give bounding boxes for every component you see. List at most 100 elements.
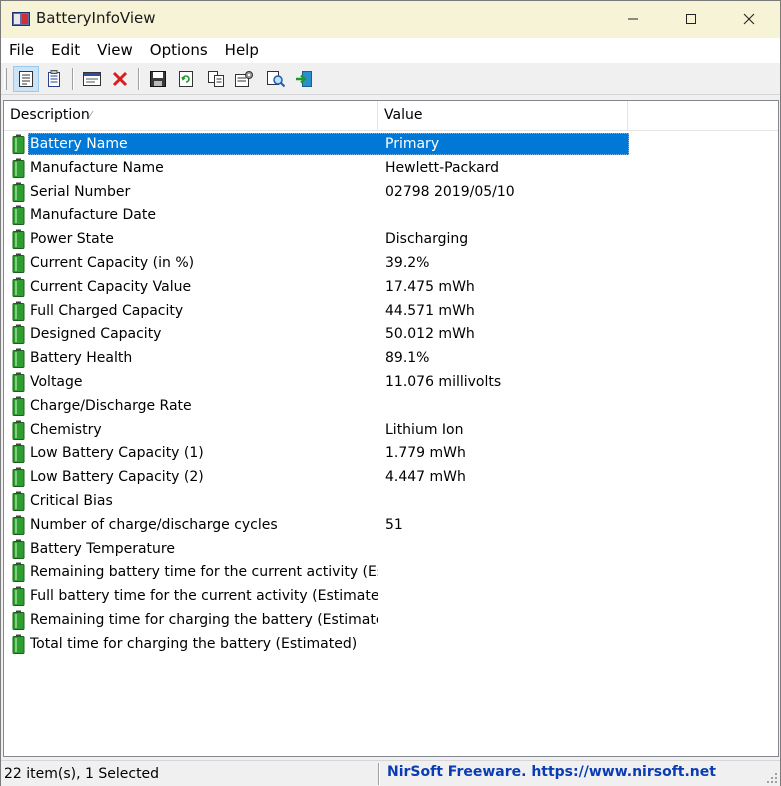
battery-icon <box>12 610 25 630</box>
exit-icon <box>296 71 312 87</box>
list-item[interactable]: Chemistry Lithium Ion <box>4 418 778 442</box>
column-header-value[interactable]: Value <box>378 101 628 131</box>
main-window: BatteryInfoView File Edit View Options H… <box>0 0 781 786</box>
list-item[interactable]: Current Capacity Value 17.475 mWh <box>4 275 778 299</box>
row-value: Primary <box>385 136 440 152</box>
row-description: Remaining battery time for the current a… <box>30 564 378 581</box>
toolbar-grip[interactable] <box>4 68 7 90</box>
refresh-button[interactable] <box>173 66 199 92</box>
minimize-button[interactable] <box>604 1 662 37</box>
list-item[interactable]: Power State Discharging <box>4 227 778 251</box>
list-item[interactable]: Remaining battery time for the current a… <box>4 560 778 584</box>
row-value: 02798 2019/05/10 <box>385 183 515 200</box>
row-description: Current Capacity (in %) <box>30 254 195 271</box>
html-report-button[interactable] <box>79 66 105 92</box>
row-description: Battery Temperature <box>30 540 175 557</box>
row-description: Designed Capacity <box>30 326 162 343</box>
sort-indicator-icon: ⁄ <box>90 110 92 121</box>
maximize-button[interactable] <box>662 1 720 37</box>
column-header-description[interactable]: Description ⁄ <box>4 101 378 131</box>
row-value: 39.2% <box>385 254 430 271</box>
battery-icon <box>12 372 25 392</box>
battery-icon <box>12 253 25 273</box>
report-button[interactable] <box>41 66 67 92</box>
options-button[interactable] <box>231 66 257 92</box>
delete-button[interactable] <box>107 66 133 92</box>
row-description: Low Battery Capacity (1) <box>30 445 204 462</box>
list-item[interactable]: Charge/Discharge Rate <box>4 394 778 418</box>
menu-options[interactable]: Options <box>142 38 217 63</box>
menu-view[interactable]: View <box>89 38 142 63</box>
save-button[interactable] <box>145 66 171 92</box>
list-item[interactable]: Total time for charging the battery (Est… <box>4 632 778 656</box>
report-icon <box>48 70 60 87</box>
copy-button[interactable] <box>203 66 229 92</box>
row-description: Voltage <box>30 373 83 390</box>
list-item[interactable]: Battery Name Primary <box>4 132 778 156</box>
maximize-icon <box>686 14 696 24</box>
row-description: Serial Number <box>30 183 131 200</box>
title-bar[interactable]: BatteryInfoView <box>1 1 780 37</box>
row-value: 17.475 mWh <box>385 278 475 295</box>
row-value <box>385 634 625 654</box>
list-item[interactable]: Serial Number 02798 2019/05/10 <box>4 180 778 204</box>
row-description: Power State <box>30 231 114 248</box>
find-icon <box>267 71 286 88</box>
battery-icon <box>12 396 25 416</box>
list-item[interactable]: Critical Bias <box>4 489 778 513</box>
battery-icon <box>12 158 25 178</box>
delete-icon <box>112 71 128 87</box>
battery-icon <box>12 562 25 583</box>
row-value: 50.012 mWh <box>385 326 475 343</box>
close-button[interactable] <box>720 1 778 37</box>
row-description: Low Battery Capacity (2) <box>30 469 204 486</box>
row-description: Full battery time for the current activi… <box>30 588 378 605</box>
resize-grip-icon[interactable] <box>766 772 778 784</box>
list-item[interactable]: Number of charge/discharge cycles 51 <box>4 513 778 537</box>
column-header-label: Description <box>10 107 90 123</box>
list-item[interactable]: Current Capacity (in %) 39.2% <box>4 251 778 275</box>
close-icon <box>743 13 755 25</box>
list-item[interactable]: Designed Capacity 50.012 mWh <box>4 322 778 346</box>
properties-button[interactable] <box>13 66 39 92</box>
list-item[interactable]: Manufacture Date <box>4 203 778 227</box>
find-button[interactable] <box>263 66 289 92</box>
row-value <box>385 205 625 225</box>
list-item[interactable]: Voltage 11.076 millivolts <box>4 370 778 394</box>
list-item[interactable]: Full Charged Capacity 44.571 mWh <box>4 299 778 323</box>
row-value: 11.076 millivolts <box>385 373 502 390</box>
battery-icon <box>12 491 25 511</box>
menu-file[interactable]: File <box>1 38 43 63</box>
list-item[interactable]: Low Battery Capacity (2) 4.447 mWh <box>4 465 778 489</box>
options-icon <box>235 71 253 87</box>
row-value <box>385 610 625 630</box>
menu-edit[interactable]: Edit <box>43 38 89 63</box>
list-item[interactable]: Full battery time for the current activi… <box>4 584 778 608</box>
row-description: Critical Bias <box>30 492 113 509</box>
item-count-status: 22 item(s), 1 Selected <box>4 766 160 782</box>
menu-help[interactable]: Help <box>217 38 268 63</box>
list-item[interactable]: Manufacture Name Hewlett-Packard <box>4 156 778 180</box>
row-value <box>385 491 625 511</box>
row-value: 51 <box>385 516 403 533</box>
menu-bar: File Edit View Options Help <box>1 38 780 63</box>
battery-icon <box>12 277 25 297</box>
list-item[interactable]: Low Battery Capacity (1) 1.779 mWh <box>4 441 778 465</box>
toolbar-separator <box>138 68 140 90</box>
exit-button[interactable] <box>291 66 317 92</box>
list-item[interactable]: Remaining time for charging the battery … <box>4 608 778 632</box>
battery-icon <box>12 420 25 440</box>
row-description: Full Charged Capacity <box>30 302 184 319</box>
row-description: Total time for charging the battery (Est… <box>30 635 358 652</box>
nirsoft-link[interactable]: NirSoft Freeware. https://www.nirsoft.ne… <box>387 764 716 780</box>
list-item[interactable]: Battery Temperature <box>4 537 778 561</box>
toolbar-separator <box>72 68 74 90</box>
row-description: Charge/Discharge Rate <box>30 397 192 414</box>
list-rows: Battery Name Primary Manufacture Name Hewle… <box>4 132 778 656</box>
row-value: 89.1% <box>385 350 430 367</box>
save-icon <box>150 71 166 87</box>
row-value: 4.447 mWh <box>385 469 466 486</box>
battery-icon <box>12 467 25 488</box>
list-item[interactable]: Battery Health 89.1% <box>4 346 778 370</box>
battery-info-list[interactable]: Description ⁄ Value Battery Name Primary M… <box>3 100 779 757</box>
